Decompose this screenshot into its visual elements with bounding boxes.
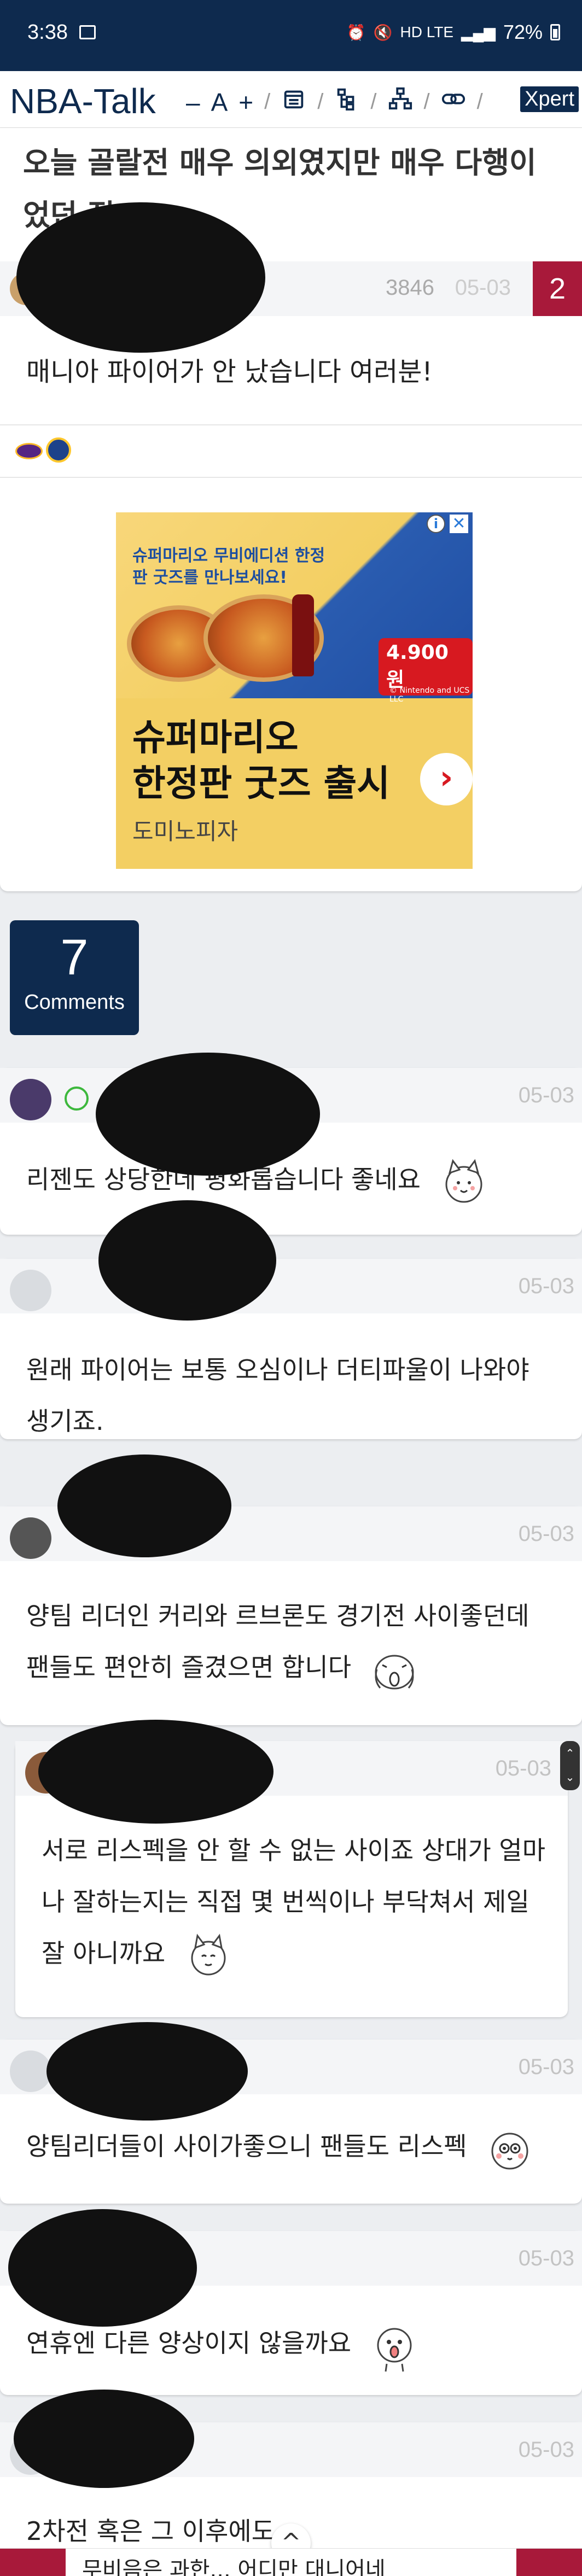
comment-text: 서로 리스펙을 안 할 수 없는 사이죠 상대가 얼마 나 잘하는지는 직접 몇… — [42, 1825, 545, 1983]
scared-cat-emoticon-icon — [367, 2318, 422, 2373]
comment-date: 05-03 — [495, 1756, 551, 1780]
top-navbar: NBA-Talk – A + / / / / / Xpert — [0, 71, 582, 128]
cat-emoticon-icon — [181, 1928, 236, 1983]
avatar[interactable] — [10, 1079, 51, 1120]
ad-arrow-icon[interactable]: › — [420, 753, 473, 805]
signal-icon: ▂▄▆ — [461, 24, 496, 41]
ad-headline: 슈퍼마리오 한정판 굿즈 출시 — [132, 715, 390, 807]
ad-info-icon[interactable]: i — [427, 515, 445, 533]
bottom-bar-text[interactable]: 무비음은 과한... 어디만 대니어네 — [82, 2552, 386, 2576]
comment-date: 05-03 — [518, 1083, 574, 1107]
toolbar-separator: / — [423, 90, 430, 114]
prev-button[interactable] — [0, 2549, 66, 2576]
alarm-icon: ⏰ — [346, 24, 366, 41]
redaction-mask — [8, 2209, 197, 2327]
toolbar-separator: / — [317, 90, 324, 114]
divider — [0, 424, 582, 425]
comment-text-line: 나 잘하는지는 직접 몇 번씩이나 부닥쳐서 제일 — [42, 1887, 529, 1917]
battery-label: 72% — [503, 21, 543, 43]
ad-brand: 도미노피자 — [132, 818, 238, 845]
comment-count-badge[interactable]: 2 — [533, 261, 582, 316]
post-body: 매니아 파이어가 안 났습니다 여러분! — [26, 357, 433, 387]
comment-header: 05-03 — [0, 1259, 582, 1313]
warriors-logo-icon — [46, 437, 71, 463]
xpert-button[interactable]: Xpert — [520, 86, 579, 112]
comment-text-segment: 팬들도 편안히 즐겼으면 합니다 — [26, 1652, 352, 1682]
cat-emoticon-icon — [436, 1154, 491, 1209]
comment-text-line: 양팀 리더인 커리와 르브론도 경기전 사이좋던데 — [26, 1601, 529, 1631]
toolbar: – A + / / / / / — [186, 86, 483, 118]
redaction-mask — [96, 1053, 320, 1176]
ad-headline-small: 슈퍼마리오 무비에디션 한정판 굿즈를 만나보세요! — [132, 546, 325, 587]
lakers-logo-icon — [15, 443, 43, 459]
status-icons: ⏰ 🔇 HD LTE ▂▄▆ 72% — [347, 21, 560, 44]
redaction-mask — [16, 202, 265, 353]
divider — [0, 477, 582, 478]
comment-text-line: 잘 아니까요 — [42, 1927, 545, 1983]
toolbar-separator: / — [264, 90, 271, 114]
sitemap-icon[interactable] — [388, 86, 413, 118]
comments-count: 7 — [60, 930, 89, 985]
comment-date: 05-03 — [518, 2246, 574, 2270]
brand-logo[interactable]: NBA-Talk — [10, 81, 156, 121]
bottom-bar: 무비음은 과한... 어디만 대니어네 — [0, 2548, 582, 2576]
comment-text-line: 원래 파이어는 보통 오심이나 더티파울이 나와야 — [26, 1355, 529, 1385]
avatar[interactable] — [10, 1517, 51, 1559]
gallery-icon — [79, 25, 96, 39]
link-icon[interactable] — [441, 86, 466, 118]
comment-text-line: 연휴엔 다른 양상이지 않을까요 — [26, 2328, 352, 2358]
font-decrease-button[interactable]: – — [186, 87, 200, 117]
comments-count-badge: 7 Comments — [10, 920, 139, 1035]
redaction-mask — [46, 2022, 248, 2121]
smile-icon — [65, 1087, 89, 1111]
comments-label: Comments — [24, 991, 125, 1014]
status-time: 3:38 — [27, 21, 68, 44]
redaction-mask — [57, 1455, 231, 1557]
cat-emoticon-icon — [482, 2121, 537, 2176]
crying-cat-emoticon-icon — [367, 1642, 422, 1697]
comment-text-line: 양팀리더들이 사이가좋으니 팬들도 리스펙 — [26, 2131, 467, 2161]
battery-icon — [550, 24, 560, 40]
avatar[interactable] — [10, 2051, 51, 2092]
font-increase-button[interactable]: + — [238, 87, 253, 117]
scrollbar-handle[interactable]: ⌃ ⌄ — [560, 1741, 580, 1790]
cola-bottle-image — [292, 594, 314, 676]
comment-text-line: 2차전 혹은 그 이후에도 — [26, 2516, 275, 2546]
comment-date: 05-03 — [518, 2438, 574, 2462]
comment-text: 원래 파이어는 보통 오심이나 더티파울이 나와야 생기죠. — [26, 1344, 529, 1447]
font-label: A — [211, 87, 228, 116]
team-logos — [15, 437, 71, 463]
comment-text-line: 팬들도 편안히 즐겼으면 합니다 — [26, 1642, 529, 1697]
calendar-icon[interactable] — [281, 86, 306, 118]
ad-banner[interactable]: 슈퍼마리오 무비에디션 한정판 굿즈를 만나보세요! 4.900원 © Nint… — [116, 512, 473, 869]
redaction-mask — [98, 1200, 276, 1321]
ad-close-icon[interactable]: ✕ — [450, 515, 468, 533]
ad-headline-line2: 한정판 굿즈 출시 — [132, 762, 390, 804]
comment-date: 05-03 — [518, 1522, 574, 1546]
tree-icon[interactable] — [334, 86, 359, 118]
avatar[interactable] — [10, 1270, 51, 1311]
post-date: 05-03 — [455, 276, 511, 300]
comment-text-line: 서로 리스펙을 안 할 수 없는 사이죠 상대가 얼마 — [42, 1836, 546, 1865]
comment-date: 05-03 — [518, 1274, 574, 1298]
network-label: HD LTE — [400, 24, 454, 40]
status-bar: 3:38 ⏰ 🔇 HD LTE ▂▄▆ 72% — [0, 0, 582, 71]
comment-date: 05-03 — [518, 2055, 574, 2079]
next-button[interactable] — [516, 2549, 582, 2576]
redaction-mask — [38, 1720, 273, 1824]
comment-text: 양팀 리더인 커리와 르브론도 경기전 사이좋던데 팬들도 편안히 즐겼으면 합… — [26, 1590, 529, 1697]
redaction-mask — [14, 2390, 194, 2488]
comment-text-segment: 잘 아니까요 — [42, 1938, 166, 1968]
comment-text: 양팀리더들이 사이가좋으니 팬들도 리스펙 — [26, 2121, 537, 2176]
ad-headline-line1: 슈퍼마리오 — [132, 716, 299, 758]
toolbar-separator: / — [370, 90, 377, 114]
ad-copyright: © Nintendo and UCS LLC — [389, 686, 470, 704]
toolbar-separator: / — [476, 90, 483, 114]
comment-text-line: 생기죠. — [26, 1406, 104, 1436]
view-count: 3846 — [386, 276, 434, 300]
mute-icon: 🔇 — [373, 24, 393, 41]
